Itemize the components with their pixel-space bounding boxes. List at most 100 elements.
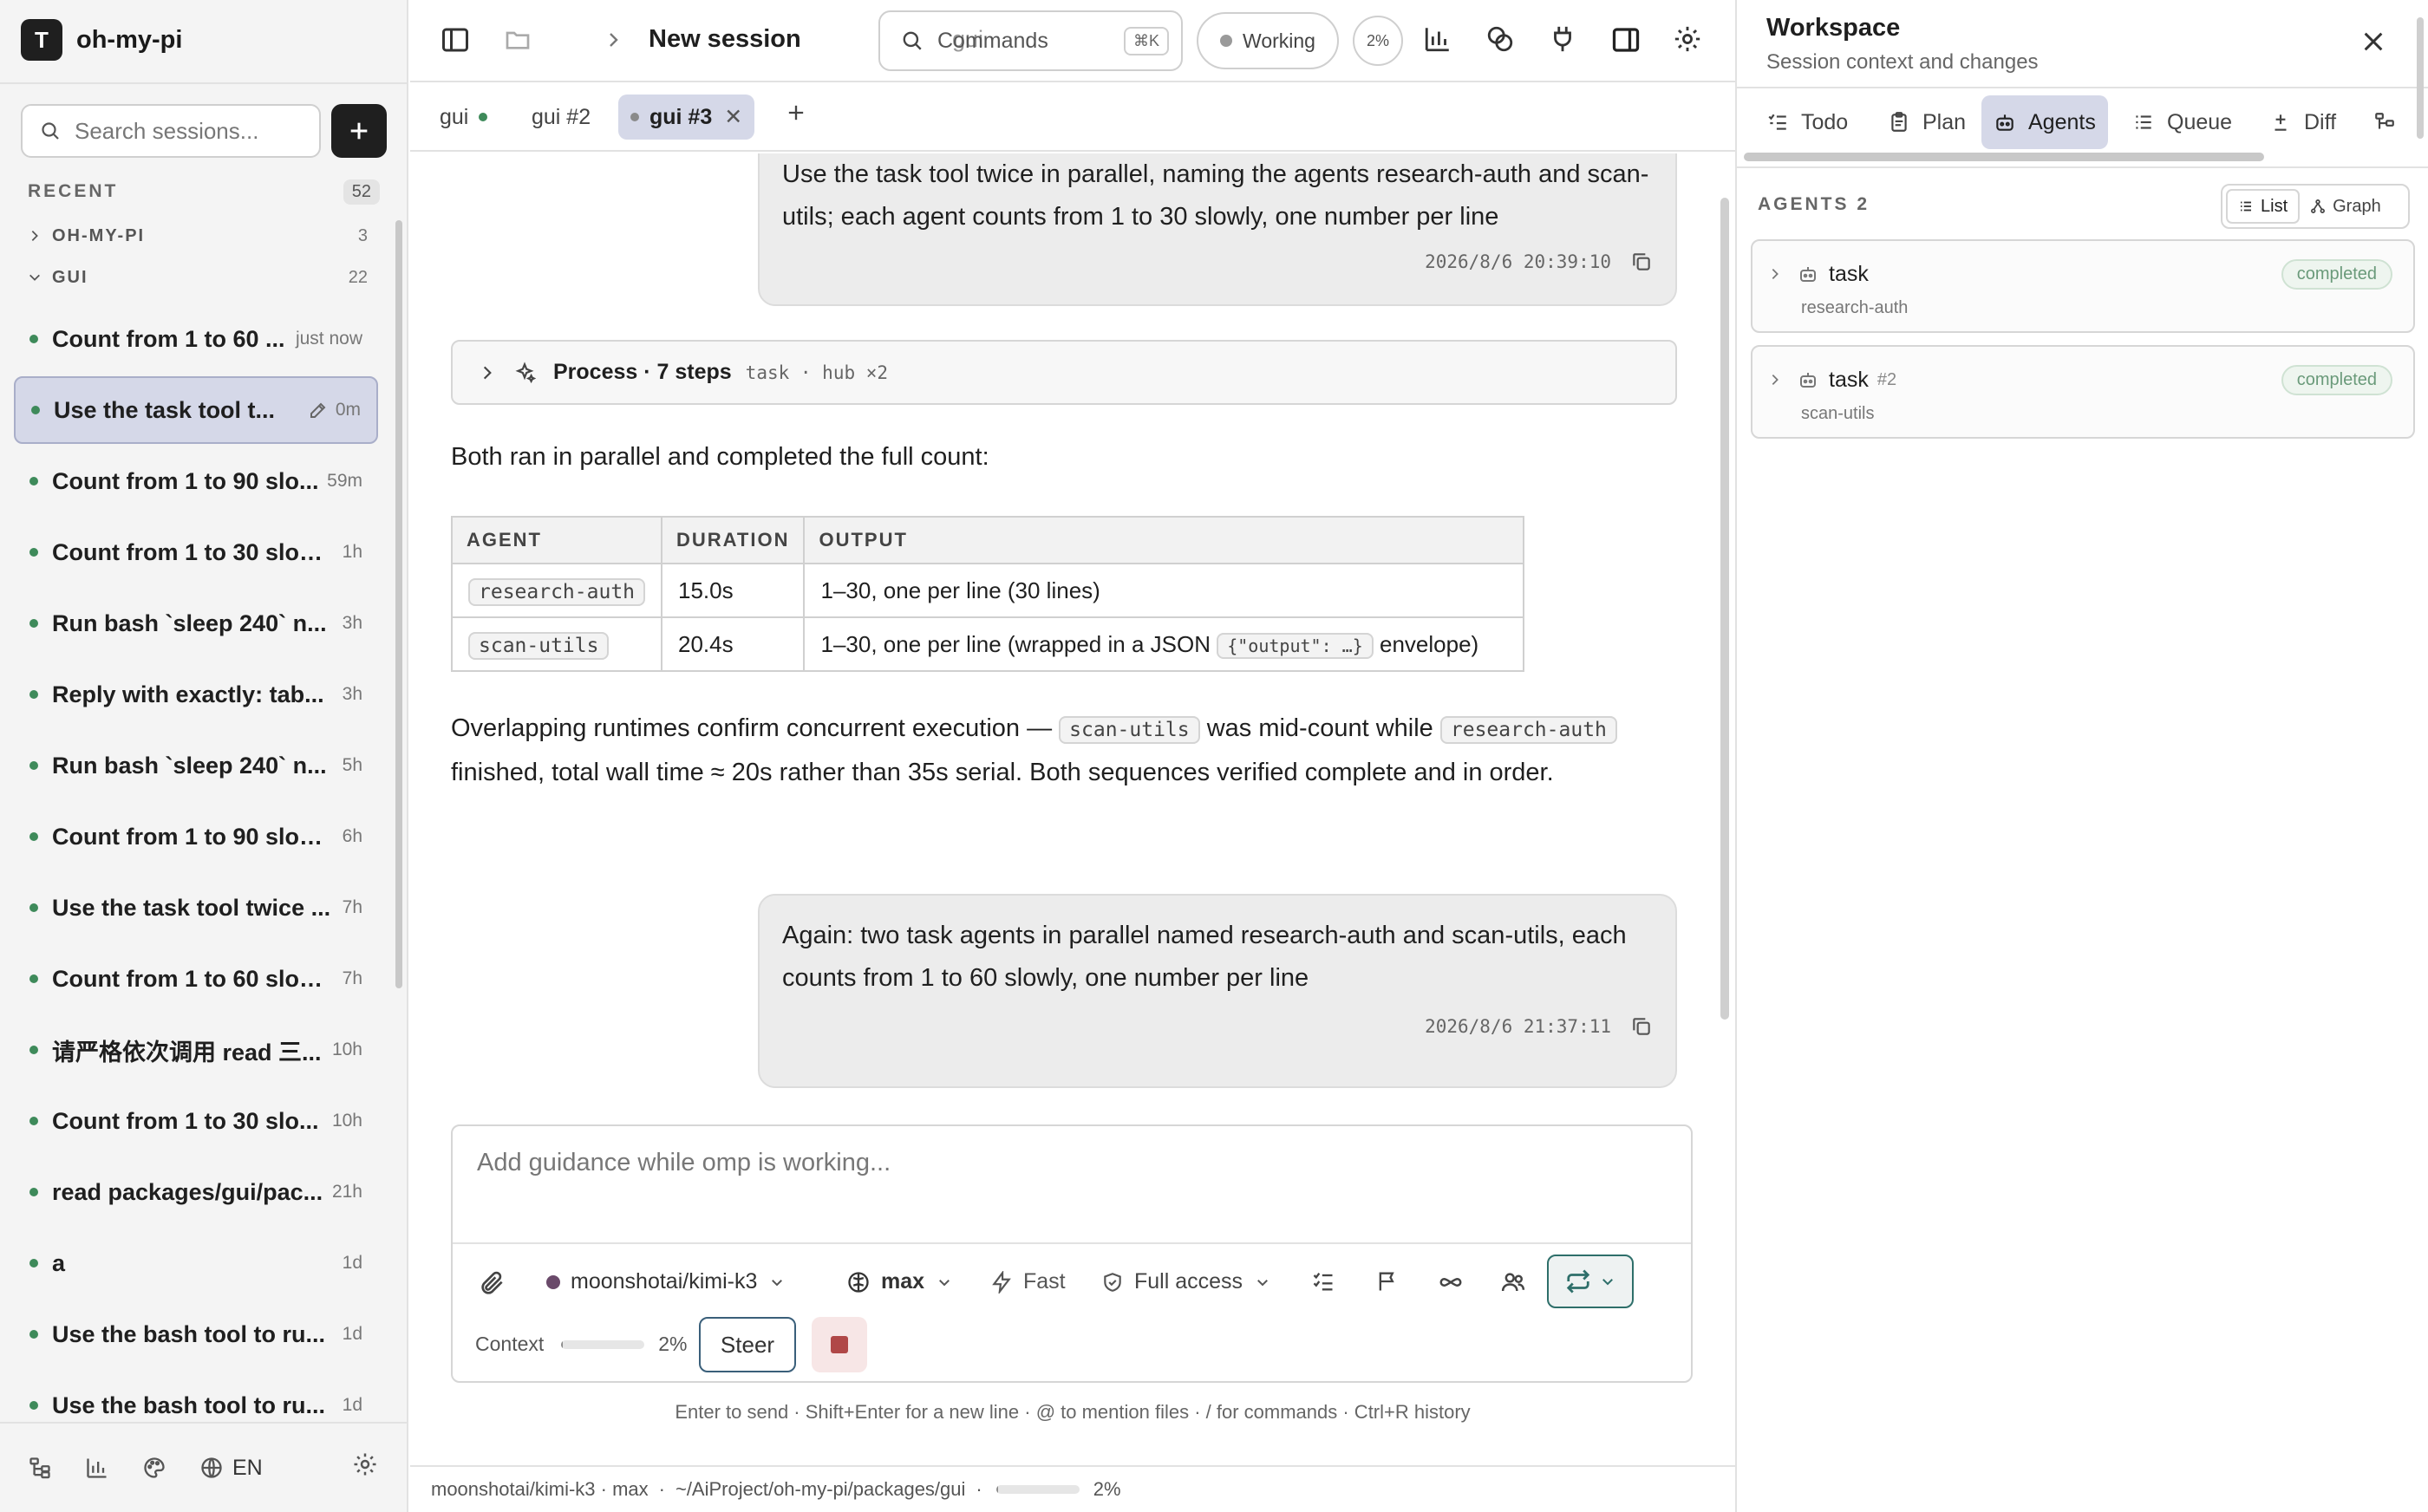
sidebar-scrollbar[interactable]	[395, 220, 402, 988]
group-gui[interactable]: GUI 22	[28, 264, 368, 291]
summary-text: Overlapping runtimes confirm concurrent …	[451, 714, 1053, 742]
agent-suffix: #2	[1876, 369, 1897, 389]
close-icon[interactable]	[2359, 28, 2387, 60]
users-icon[interactable]	[1500, 1269, 1526, 1295]
session-status-dot	[29, 1188, 38, 1196]
settings-gear-icon[interactable]	[1673, 24, 1702, 58]
context-percent-ring[interactable]: 2%	[1353, 16, 1403, 66]
session-age: 7h	[342, 968, 362, 988]
command-palette-button[interactable]: Commands ⌘K	[878, 10, 1183, 71]
agent-row: task completed	[1768, 257, 2392, 291]
stats-icon[interactable]	[85, 1456, 109, 1480]
session-item[interactable]: a 1d	[14, 1229, 378, 1297]
swap-mode-button[interactable]	[1547, 1255, 1634, 1308]
chevron-right-icon[interactable]	[1768, 373, 1782, 387]
session-item[interactable]: Count from 1 to 90 slo... 59m	[14, 447, 378, 515]
composer-hint: Enter to send · Shift+Enter for a new li…	[675, 1401, 1471, 1423]
language-switch[interactable]: EN	[199, 1456, 263, 1481]
agent-row: task #2 completed	[1768, 362, 2392, 397]
tab-gui-3[interactable]: gui #3 ✕	[618, 94, 755, 140]
group-count: 3	[357, 225, 368, 245]
session-item[interactable]: Count from 1 to 30 slo... 10h	[14, 1087, 378, 1155]
session-item[interactable]: Count from 1 to 30 slow... 1h	[14, 518, 378, 586]
session-item[interactable]: Count from 1 to 90 slow... 6h	[14, 803, 378, 870]
view-list-button[interactable]: List	[2226, 189, 2301, 224]
tab-plan[interactable]: Plan	[1876, 95, 1978, 149]
list-icon	[2241, 201, 2251, 212]
attach-icon[interactable]	[479, 1269, 506, 1297]
tab-overflow[interactable]	[2361, 95, 2408, 149]
tab-todo[interactable]: Todo	[1754, 95, 1860, 149]
chevron-right-icon	[31, 231, 38, 241]
infinity-icon[interactable]	[1438, 1269, 1464, 1295]
session-title: Count from 1 to 30 slo...	[52, 1107, 319, 1134]
access-selector[interactable]: Full access	[1101, 1269, 1270, 1294]
stats-icon[interactable]	[1423, 24, 1452, 58]
recent-header: RECENT 52	[28, 179, 380, 205]
session-status-dot	[29, 1259, 38, 1268]
toggle-sidebar-icon[interactable]	[440, 24, 471, 60]
copy-icon[interactable]	[1630, 1015, 1653, 1038]
tab-gui[interactable]: gui	[428, 94, 499, 140]
search-icon	[903, 31, 922, 50]
workspace-tabs-scrollbar[interactable]	[1744, 153, 2264, 161]
session-age: 59m	[327, 471, 362, 491]
chevron-right-icon[interactable]	[1768, 267, 1782, 281]
close-tab-icon[interactable]: ✕	[724, 104, 742, 130]
context-label: Context	[475, 1333, 545, 1355]
steer-button[interactable]: Steer	[699, 1317, 796, 1372]
top-bar: gui New session Commands ⌘K Working 2%	[410, 0, 1735, 82]
new-session-button[interactable]	[331, 104, 387, 158]
settings-gear-icon[interactable]	[352, 1451, 378, 1482]
chat-scrollbar[interactable]	[1720, 198, 1729, 1020]
tab-diff[interactable]: Diff	[2257, 95, 2348, 149]
working-status[interactable]: Working	[1197, 12, 1339, 69]
edit-icon[interactable]	[308, 400, 329, 420]
composer-input[interactable]: Add guidance while omp is working...	[477, 1149, 891, 1177]
session-item[interactable]: Use the task tool t... 0m	[14, 376, 378, 444]
agent-cell: research-auth	[450, 563, 663, 618]
model-selector[interactable]: moonshotai/kimi-k3	[546, 1269, 785, 1294]
tree-icon[interactable]	[28, 1456, 52, 1480]
tab-gui-2[interactable]: gui #2	[519, 94, 603, 140]
agent-card[interactable]: task #2 completed scan-utils	[1751, 345, 2415, 439]
plug-icon[interactable]	[1548, 24, 1577, 58]
tab-queue[interactable]: Queue	[2120, 95, 2244, 149]
checklist-icon[interactable]	[1311, 1269, 1335, 1294]
session-item[interactable]: Run bash `sleep 240` n... 3h	[14, 590, 378, 657]
brain-icon	[848, 1271, 869, 1293]
group-oh-my-pi[interactable]: OH-MY-PI 3	[28, 222, 368, 250]
session-search-input[interactable]	[75, 117, 300, 145]
diff-icon	[2275, 114, 2287, 131]
stop-button[interactable]	[812, 1317, 867, 1372]
session-item[interactable]: Use the bash tool to ru... 1d	[14, 1300, 378, 1368]
graph-icon	[2311, 199, 2326, 213]
sparkle-icon	[515, 361, 536, 383]
workspace-scrollbar[interactable]	[2417, 17, 2424, 139]
copy-icon[interactable]	[1630, 251, 1653, 273]
session-item[interactable]: Use the task tool twice ... 7h	[14, 874, 378, 942]
session-title: Reply with exactly: tab...	[52, 681, 324, 707]
view-graph-button[interactable]: Graph	[2300, 189, 2392, 224]
session-title: Count from 1 to 60 slow...	[52, 965, 336, 992]
robot-icon	[1800, 373, 1816, 388]
session-item[interactable]: read packages/gui/pac... 21h	[14, 1158, 378, 1226]
effort-selector[interactable]: max	[846, 1269, 952, 1294]
agent-card[interactable]: task completed research-auth	[1751, 239, 2415, 333]
session-status-dot	[29, 619, 38, 628]
process-steps[interactable]: Process · 7 steps task · hub ×2	[451, 340, 1677, 405]
session-item[interactable]: Count from 1 to 60 ... just now	[14, 305, 378, 373]
session-item[interactable]: 请严格依次调用 read 三... 10h	[14, 1016, 378, 1084]
add-tab-icon[interactable]	[784, 101, 808, 129]
speed-toggle[interactable]: Fast	[990, 1269, 1066, 1294]
tab-agents[interactable]: Agents	[1981, 95, 2108, 149]
session-item[interactable]: Reply with exactly: tab... 3h	[14, 661, 378, 728]
flag-icon[interactable]	[1375, 1269, 1400, 1294]
search-icon	[42, 122, 59, 140]
session-item[interactable]: Count from 1 to 60 slow... 7h	[14, 945, 378, 1013]
palette-icon[interactable]	[142, 1456, 166, 1480]
session-search[interactable]	[21, 104, 321, 158]
toggle-panel-icon[interactable]	[1610, 24, 1642, 60]
coins-icon[interactable]	[1485, 24, 1515, 58]
session-item[interactable]: Run bash `sleep 240` n... 5h	[14, 732, 378, 799]
